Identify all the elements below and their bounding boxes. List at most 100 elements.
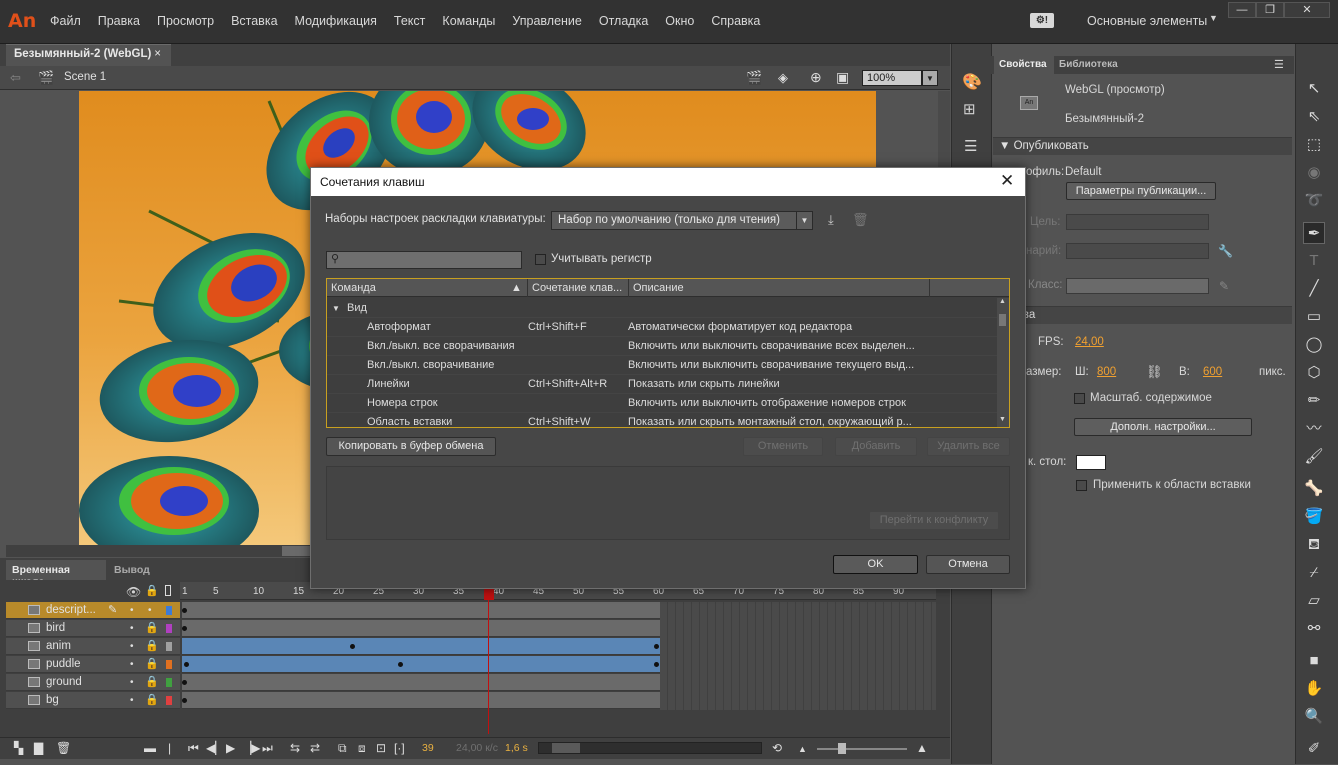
scene-label[interactable]: Scene 1	[64, 71, 106, 83]
publish-settings-button[interactable]: Параметры публикации...	[1066, 182, 1216, 200]
info-icon[interactable]: ☰	[964, 137, 977, 155]
scroll-down-icon[interactable]: ▼	[999, 416, 1006, 423]
bone-tool-icon[interactable]: 🦴	[1303, 478, 1325, 500]
layer-color-swatch[interactable]	[166, 696, 172, 705]
layer-row[interactable]: bg • 🔒	[6, 692, 180, 709]
pencil-tool-icon[interactable]: ✏	[1303, 390, 1325, 412]
dialog-close-button[interactable]: ✕	[1000, 171, 1014, 191]
rewind-icon[interactable]: ⟲	[772, 741, 782, 755]
center-stage-icon[interactable]: ⊕	[810, 69, 822, 86]
save-preset-icon[interactable]: ⤓	[828, 212, 834, 228]
keyframe[interactable]	[182, 626, 187, 631]
polystar-tool-icon[interactable]: ⬡	[1303, 362, 1325, 384]
keyframe[interactable]	[350, 644, 355, 649]
layer-row[interactable]: bird • 🔒	[6, 620, 180, 637]
cancel-button[interactable]: Отмена	[926, 555, 1010, 574]
target-select[interactable]	[1066, 214, 1209, 230]
group-row[interactable]: ▼ Вид	[327, 299, 997, 318]
chevron-down-icon[interactable]: ▼	[1209, 13, 1218, 23]
table-row[interactable]: Область вставки Ctrl+Shift+W Показать ил…	[327, 413, 997, 427]
undo-button[interactable]: Отменить	[743, 437, 823, 456]
publish-section[interactable]: ▼ Опубликовать	[993, 137, 1292, 155]
tab-properties[interactable]: Свойства	[994, 56, 1054, 74]
eye-icon[interactable]: 👁	[126, 585, 141, 599]
paint-brush-icon[interactable]: 〰	[1303, 418, 1325, 440]
class-field[interactable]	[1066, 278, 1209, 294]
menu-insert[interactable]: Вставка	[231, 14, 277, 28]
trash-icon[interactable]: 🗑	[56, 741, 71, 755]
ok-button[interactable]: OK	[833, 555, 918, 574]
table-row[interactable]: Автоформат Ctrl+Shift+F Автоматически фо…	[327, 318, 997, 337]
trash-icon[interactable]: 🗑	[852, 212, 869, 228]
slider-handle[interactable]	[838, 743, 846, 754]
ink-bottle-icon[interactable]: ⛾	[1303, 534, 1325, 556]
layer-color-swatch[interactable]	[166, 678, 172, 687]
lock-icon[interactable]: 🔒	[145, 693, 159, 706]
zoom-tool-icon[interactable]: 🔍	[1303, 706, 1325, 728]
center-frame-icon[interactable]: ⇄	[310, 741, 320, 755]
eyedropper-icon[interactable]: ⌿	[1303, 562, 1325, 584]
color-palette-icon[interactable]: 🎨	[962, 72, 982, 92]
delete-all-button[interactable]: Удалить все	[927, 437, 1010, 456]
sort-ascending-icon[interactable]: ▲	[511, 282, 522, 294]
menu-window[interactable]: Окно	[665, 14, 694, 28]
last-frame-icon[interactable]: ⏭	[262, 741, 273, 756]
apply-paste-checkbox[interactable]	[1076, 480, 1087, 491]
lock-dot[interactable]: •	[148, 605, 152, 616]
playhead[interactable]	[484, 589, 494, 600]
oval-tool-icon[interactable]: ◯	[1303, 334, 1325, 356]
chevron-down-icon[interactable]: ▼	[922, 70, 938, 86]
visibility-dot[interactable]: •	[130, 605, 134, 616]
new-folder-icon[interactable]: ▇	[34, 741, 43, 755]
layer-color-swatch[interactable]	[166, 606, 172, 615]
keyframe[interactable]	[184, 662, 189, 667]
align-grid-icon[interactable]: ⊞	[963, 100, 976, 118]
play-icon[interactable]: ▶	[226, 741, 235, 755]
preset-select[interactable]: Набор по умолчанию (только для чтения)	[551, 211, 813, 230]
column-command[interactable]: Команда	[331, 282, 376, 294]
hand-tool-icon[interactable]: ✋	[1303, 678, 1325, 700]
layer-row[interactable]: descript... ✎ • •	[6, 602, 180, 619]
3d-rotation-icon[interactable]: ◉	[1303, 162, 1325, 184]
paint-bucket-icon[interactable]: 🪣	[1303, 506, 1325, 528]
keyframe[interactable]	[182, 698, 187, 703]
table-row[interactable]: Вкл./выкл. все сворачивания Включить или…	[327, 337, 997, 356]
case-sensitive-checkbox[interactable]	[535, 254, 546, 265]
text-tool-icon[interactable]: T	[1303, 250, 1325, 272]
visibility-dot[interactable]: •	[130, 659, 134, 670]
rectangle-tool-icon[interactable]: ▭	[1303, 306, 1325, 328]
table-row[interactable]: Номера строк Включить или выключить отоб…	[327, 394, 997, 413]
lock-icon[interactable]: 🔒	[145, 657, 159, 670]
keyframe[interactable]	[182, 608, 187, 613]
sync-settings-icon[interactable]: ⚙!	[1030, 13, 1054, 28]
chevron-down-icon[interactable]: ▼	[796, 212, 812, 229]
expand-triangle-icon[interactable]: ▼	[332, 304, 340, 313]
selection-tool-icon[interactable]: ↖	[1303, 78, 1325, 100]
layer-row[interactable]: anim • 🔒	[6, 638, 180, 655]
search-input[interactable]: ⚲	[326, 251, 522, 269]
scale-content-checkbox[interactable]	[1074, 393, 1085, 404]
width-value[interactable]: 800	[1097, 366, 1116, 378]
empty-frames[interactable]	[660, 602, 936, 710]
scrollbar-thumb[interactable]	[552, 743, 580, 753]
link-icon[interactable]: ⛓	[1146, 364, 1163, 380]
menu-modify[interactable]: Модификация	[295, 14, 377, 28]
menu-view[interactable]: Просмотр	[157, 14, 214, 28]
panel-menu-icon[interactable]: ☰	[1274, 58, 1284, 71]
visibility-dot[interactable]: •	[130, 641, 134, 652]
tween-span[interactable]	[182, 656, 660, 673]
lock-icon[interactable]: 🔒	[145, 584, 159, 597]
clip-content-icon[interactable]: ▣	[836, 69, 849, 86]
lock-icon[interactable]: 🔒	[145, 675, 159, 688]
onion-skin-icon[interactable]: ⧉	[338, 741, 347, 756]
lock-icon[interactable]: 🔒	[145, 639, 159, 652]
go-to-conflict-button[interactable]: Перейти к конфликту	[869, 511, 999, 530]
minimize-button[interactable]: —	[1228, 2, 1256, 18]
eraser-icon[interactable]: ▱	[1303, 590, 1325, 612]
advanced-settings-button[interactable]: Дополн. настройки...	[1074, 418, 1252, 436]
visibility-dot[interactable]: •	[130, 677, 134, 688]
zoom-out-icon[interactable]: ▲	[798, 744, 807, 754]
timeline-zoom-slider[interactable]	[817, 748, 907, 750]
frame-span[interactable]	[182, 602, 660, 619]
table-scrollbar[interactable]: ▲ ▼	[997, 298, 1009, 427]
